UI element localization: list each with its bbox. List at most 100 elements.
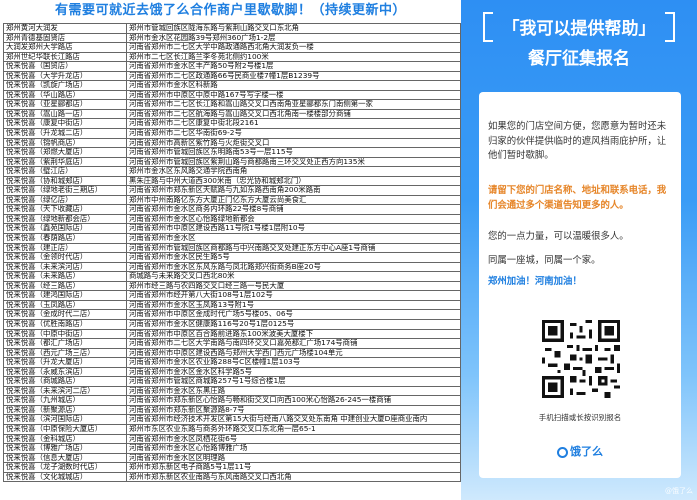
table-row: 悦来悦喜（绿亿店） 郑州市中州南路亿东方大厦正门亿东方大厦云尚美食汇 (3, 194, 461, 206)
warmth-paragraph: 您的一点力量，可以温暖很多人。 (488, 231, 629, 242)
store-address-cell: 河南省郑州市金水区科新路 (126, 80, 461, 91)
store-address-cell: 河南省郑州市二七区大学南路与南四环交叉口嘉苑都汇广场174号商铺 (126, 338, 461, 349)
table-row: 悦来悦喜（未来路店） 商城路与未来路交叉口西北80米 (3, 271, 461, 282)
store-name-cell: 悦来悦喜（未来滨河二店） (3, 385, 127, 397)
store-address-cell: 郑州市中州南路亿东方大厦正门亿东方大厦云尚美食汇 (126, 194, 461, 206)
table-row: 悦来悦喜（建正店） 河南省郑州市管城回族区商都路与中兴南路交叉处建正东方中心A座1… (3, 242, 461, 254)
table-row: 郑州青德基固贤店 郑州市金水区花园路39号郑州360广场1-2层 (3, 32, 461, 44)
store-address-cell: 河南省郑州市金水区 (126, 233, 461, 244)
store-name-cell: 悦来悦喜（新聚源店） (3, 404, 127, 416)
store-name-cell: 悦来悦喜（西元广场三店） (3, 347, 127, 359)
store-name-cell: 悦来悦喜（绿亿店） (3, 194, 127, 206)
store-address-cell: 河南省郑州市金水区心怡路博雅广场 (126, 443, 461, 454)
signup-subtitle: 餐厅征集报名 (528, 49, 630, 69)
store-name-cell: 悦来悦喜（金成时代二店） (3, 309, 127, 320)
store-address-cell: 河南省郑州市金水区东风东路与凤北路郑兴街商务B座20号 (126, 261, 461, 273)
store-address-cell: 郑州市郑东新区农业南路与东风南路交叉口西北角 (126, 471, 461, 483)
store-name-cell: 悦来悦喜（康复中街店） (3, 118, 127, 129)
store-name-cell: 悦来悦喜（锦帆商店） (3, 137, 127, 149)
table-row: 悦来悦喜（华山路店） 河南省郑州市中原区中原中路167号写字楼一楼 (3, 89, 461, 101)
table-row: 悦来悦喜（金成时代二店） 河南省郑州市中原区金成时代广场5号楼05、06号 (3, 309, 461, 320)
store-name-cell: 悦来悦喜（大学升龙店） (3, 70, 127, 82)
store-address-cell: 郑州市金水区东风路交通学院西南角 (126, 166, 461, 177)
store-name-cell: 郑州世纪华联长江路店 (3, 51, 127, 63)
unity-paragraph: 同属一座城，同属一个家。 (488, 255, 601, 266)
table-row: 悦来悦喜（永威东滨店） 河南省郑州市金水区金水区科学路5号 (3, 366, 461, 378)
store-address-cell: 河南省郑州市经济技术开发区第15大街与经南八路交叉处东南角 中建创业大厦D座商业… (126, 414, 461, 425)
store-address-cell: 郑州市郑东新区电子商路5号1层11号 (126, 462, 461, 473)
store-name-cell: 悦来悦喜（升龙大厦店） (3, 357, 127, 368)
table-row: 悦来悦喜（升龙大厦店） 河南省郑州市金水区农业路288号C区楼幢1层103号 (3, 357, 461, 368)
store-name-cell: 悦来悦喜（绿地新都会店） (3, 213, 127, 225)
store-address-cell: 河南省郑州市郑东新区天赋路与九如东路西南角200米路南 (126, 185, 461, 196)
table-row: 悦来悦喜（优胜南路店） 河南省郑州市金水区健康路116号20号1层0125号 (3, 318, 461, 330)
table-row: 悦来悦喜（锦帆商店） 河南省郑州市高新区紫竹路与火炬街交叉口 (3, 137, 461, 149)
store-address-cell: 河南省郑州市郑东新区聚源路8-7号 (126, 404, 461, 416)
store-name-cell: 悦来悦喜（国贸店） (3, 61, 127, 72)
store-name-cell: 悦来悦喜（信息大厦店） (3, 452, 127, 464)
store-address-cell: 河南省郑州市管城区商城路257号1号综合楼1层 (126, 376, 461, 387)
store-address-cell: 河南省郑州市管城回族区东明路南53号一层115号 (126, 147, 461, 158)
store-address-cell: 河南省郑州市管城回族区紫荆山路与商都路南三环交叉处正西方向135米 (126, 156, 461, 168)
signup-panel: 「我可以提供帮助」 餐厅征集报名 如果您的门店空间方便，您愿意为暂时还未归家的伙… (461, 0, 697, 500)
table-row: 悦来悦喜（未来滨河店） 河南省郑州市金水区东风东路与凤北路郑兴街商务B座20号 (3, 261, 461, 273)
store-name-cell: 悦来悦喜（永威东滨店） (3, 366, 127, 378)
store-name-cell: 悦来悦喜（协和城郏店） (3, 175, 127, 187)
store-address-cell: 河南省郑州市金水区民生路5号 (126, 252, 461, 263)
table-row: 悦来悦喜（金科城店） 河南省郑州市金水区凤栖花街6号 (3, 433, 461, 445)
store-address-cell: 河南省郑州市中原区金成时代广场5号楼05、06号 (126, 309, 461, 320)
table-row: 悦来悦喜（紫荆华庭店） 河南省郑州市管城回族区紫荆山路与商都路南三环交叉处正西方向… (3, 156, 461, 168)
store-name-cell: 悦来悦喜（建鸿国际店） (3, 290, 127, 301)
store-name-cell: 悦来悦喜（华山路店） (3, 89, 127, 101)
store-name-cell: 悦来悦喜（博雅广场店） (3, 443, 127, 454)
store-address-cell: 河南省郑州市金水区玉凤路13号附1号 (126, 299, 461, 311)
qr-code[interactable] (542, 320, 620, 398)
store-address-cell: 郑州市金水区花园路39号郑州360广场1-2层 (126, 32, 461, 44)
store-name-cell: 悦来悦喜（都汇广场店） (3, 338, 127, 349)
store-name-cell: 悦来悦喜（龙子湖数时代店） (3, 462, 127, 473)
eleme-logo-icon (557, 447, 568, 458)
store-address-cell: 河南省郑州市郑东新区心怡路与畅和街交叉口向西100米心怡路26-245一楼商铺 (126, 395, 461, 406)
table-row: 悦来悦喜（郑燃大厦店） 河南省郑州市管城回族区东明路南53号一层115号 (3, 147, 461, 158)
store-address-cell: 河南省郑州市中原区建设西路与郑州大学西门西元广场楼104单元 (126, 347, 461, 359)
eleme-logo-text: 饿了么 (570, 445, 603, 458)
table-row: 悦来悦喜（经三路店） 郑州市经三路与农四路交叉口经三路一号民大厦 (3, 280, 461, 292)
store-address-cell: 河南省郑州市二七区康复中街北段2161 (126, 118, 461, 129)
store-name-cell: 悦来悦喜（中原保险大厦店） (3, 423, 127, 435)
table-row: 悦来悦喜（金领时代店） 河南省郑州市金水区民生路5号 (3, 252, 461, 263)
signup-card: 如果您的门店空间方便，您愿意为暂时还未归家的伙伴提供临时的遮风挡雨庇护所，让他们… (479, 92, 681, 478)
store-name-cell: 悦来悦喜（璧江店） (3, 166, 127, 177)
store-address-cell: 郑州市经三路与农四路交叉口经三路一号民大厦 (126, 280, 461, 292)
store-address-cell: 河南省郑州市经开第八大街108号1层102号 (126, 290, 461, 301)
table-row: 悦来悦喜（绿地老街三期店） 河南省郑州市郑东新区天赋路与九如东路西南角200米路南 (3, 185, 461, 196)
store-address-cell: 河南省郑州市二七区华南街69-2号 (126, 128, 461, 139)
table-row: 郑州黄河大润发 郑州市管城回族区陇海东路与紫荆山路交叉口东北角 (3, 23, 461, 34)
qr-caption: 手机扫描或长按识别报名 (538, 413, 622, 422)
store-address-cell: 河南省郑州市二七区长江路和嵩山路交叉口西南角亚星郦都东门南侧第一家 (126, 99, 461, 110)
table-row: 悦来悦喜（协和城郏店） 黑朱庄路与中州大道西300米南（忠光协和城郏北门） (3, 175, 461, 187)
table-row: 悦来悦喜（未来滨河二店） 河南省郑州市金水区东黑庄路 (3, 385, 461, 397)
store-name-cell: 悦来悦喜（紫荆华庭店） (3, 156, 127, 168)
table-row: 悦来悦喜（璧江店） 郑州市金水区东风路交通学院西南角 (3, 166, 461, 177)
weibo-watermark: @饿了么 (665, 487, 693, 495)
store-name-cell: 悦来悦喜（未来滨河店） (3, 261, 127, 273)
store-address-cell: 河南省郑州市金水区区明理路 (126, 452, 461, 464)
table-row: 悦来悦喜（建鸿国际店） 河南省郑州市经开第八大街108号1层102号 (3, 290, 461, 301)
store-name-cell: 悦来悦喜（金科城店） (3, 433, 127, 445)
eleme-logo: 饿了么 (479, 443, 681, 459)
table-row: 悦来悦喜（天下收藏店） 河南省郑州市金水区商务内环路22号楼8号商铺 (3, 204, 461, 215)
store-name-cell: 郑州黄河大润发 (3, 23, 127, 34)
store-name-cell: 悦来悦喜（商城路店） (3, 376, 127, 387)
store-name-cell: 悦来悦喜（亚星郦都店） (3, 99, 127, 110)
table-row: 悦来悦喜（春荫路店） 河南省郑州市金水区 (3, 233, 461, 244)
store-name-cell: 悦来悦喜（中原中街店） (3, 328, 127, 340)
store-name-cell: 悦来悦喜（优胜南路店） (3, 318, 127, 330)
store-name-cell: 悦来悦喜（经三路店） (3, 280, 127, 292)
store-address-cell: 郑州市二七区长江路兰李冬苑北侧约100米 (126, 51, 461, 63)
store-name-cell: 悦来悦喜（天下收藏店） (3, 204, 127, 215)
store-address-cell: 河南省郑州市金水区金水区科学路5号 (126, 366, 461, 378)
table-row: 悦来悦喜（都汇广场店） 河南省郑州市二七区大学南路与南四环交叉口嘉苑都汇广场174… (3, 338, 461, 349)
store-name-cell: 悦来悦喜（玉凤路店） (3, 299, 127, 311)
table-row: 悦来悦喜（凯旋广场店） 河南省郑州市金水区科新路 (3, 80, 461, 91)
store-name-cell: 悦来悦喜（滨河国际店） (3, 414, 127, 425)
